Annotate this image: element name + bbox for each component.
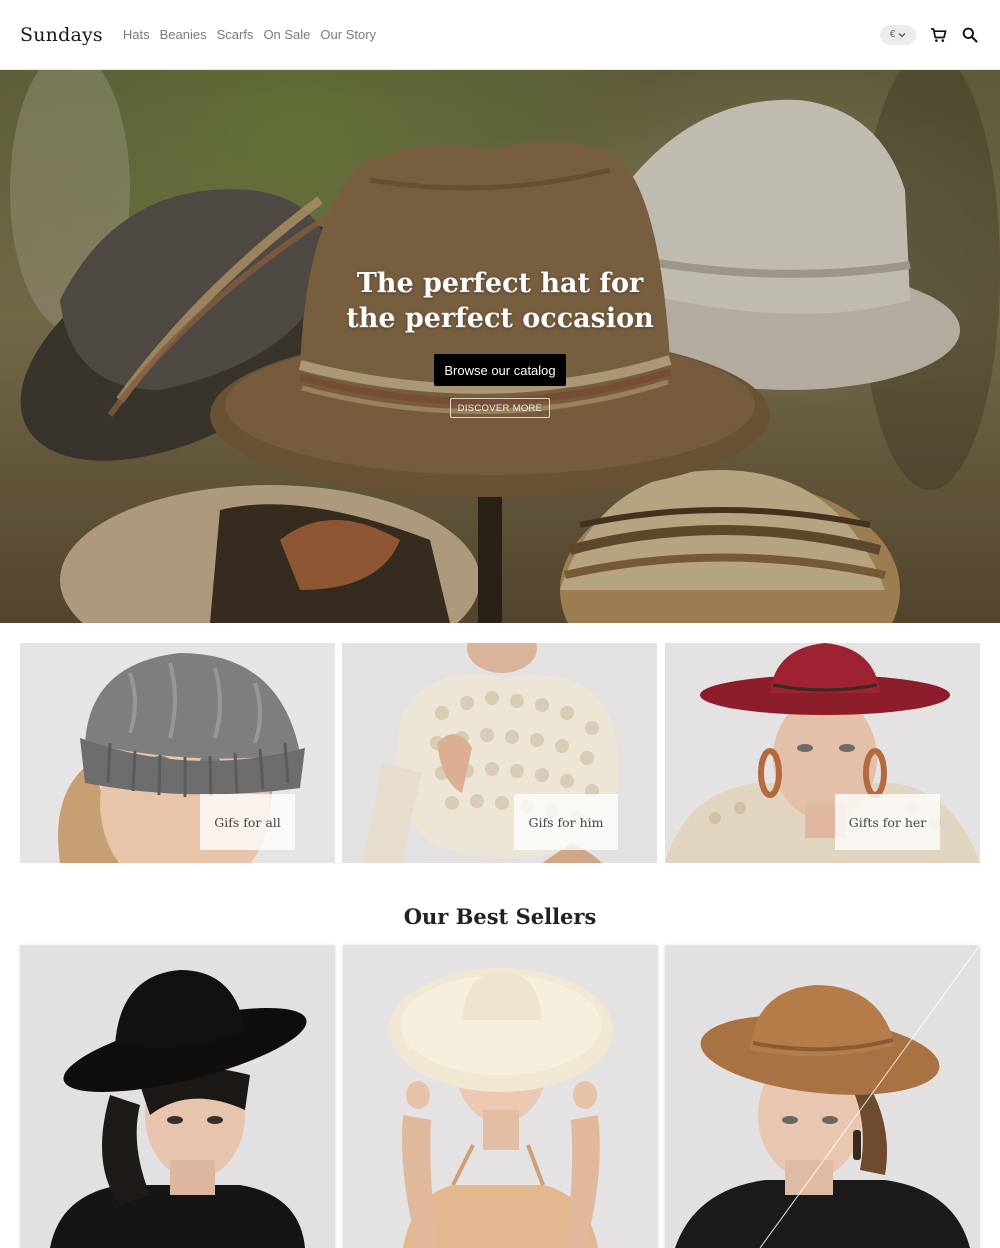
product-image-cream-hat	[343, 945, 658, 1248]
category-label: Gifts for her	[835, 794, 940, 850]
product-image-tan-hat	[665, 945, 980, 1248]
browse-catalog-button[interactable]: Browse our catalog	[434, 354, 566, 386]
category-card-her[interactable]: Gifts for her	[665, 643, 980, 863]
currency-symbol: €	[889, 29, 896, 40]
hero-title-line-2: the perfect occasion	[346, 303, 654, 334]
site-logo[interactable]: Sundays	[20, 24, 103, 46]
best-sellers-title: Our Best Sellers	[403, 904, 597, 929]
product-image-black-hat	[20, 945, 335, 1248]
best-sellers-grid	[20, 945, 980, 1248]
cart-button[interactable]	[928, 25, 948, 45]
chevron-down-icon	[898, 32, 906, 37]
category-label: Gifs for all	[200, 794, 295, 850]
hero-title: The perfect hat for the perfect occasion	[346, 266, 654, 336]
category-card-all[interactable]: Gifs for all	[20, 643, 335, 863]
product-card-cream-hat[interactable]	[343, 945, 658, 1248]
currency-selector[interactable]: €	[880, 24, 916, 45]
search-button[interactable]	[960, 25, 980, 45]
product-card-black-hat[interactable]	[20, 945, 335, 1248]
discover-more-button[interactable]: DISCOVER MORE	[449, 398, 551, 418]
nav-item-hats[interactable]: Hats	[123, 27, 150, 42]
nav-item-beanies[interactable]: Beanies	[160, 27, 207, 42]
category-label: Gifs for him	[514, 794, 618, 850]
cart-icon	[930, 27, 946, 42]
category-card-him[interactable]: Gifs for him	[342, 643, 657, 863]
nav-item-on-sale[interactable]: On Sale	[263, 27, 310, 42]
product-card-tan-hat[interactable]	[665, 945, 980, 1248]
site-header: Sundays Hats Beanies Scarfs On Sale Our …	[0, 0, 1000, 70]
hero-title-line-1: The perfect hat for	[356, 268, 644, 299]
nav-item-scarfs[interactable]: Scarfs	[217, 27, 254, 42]
category-cards: Gifs for all Gifs for him Gifts for her	[20, 643, 980, 863]
search-icon	[962, 27, 978, 43]
header-actions: €	[880, 24, 980, 45]
nav-item-our-story[interactable]: Our Story	[320, 27, 376, 42]
hero-content: The perfect hat for the perfect occasion…	[0, 266, 1000, 418]
hero-banner: The perfect hat for the perfect occasion…	[0, 70, 1000, 623]
main-nav: Hats Beanies Scarfs On Sale Our Story	[123, 27, 376, 42]
